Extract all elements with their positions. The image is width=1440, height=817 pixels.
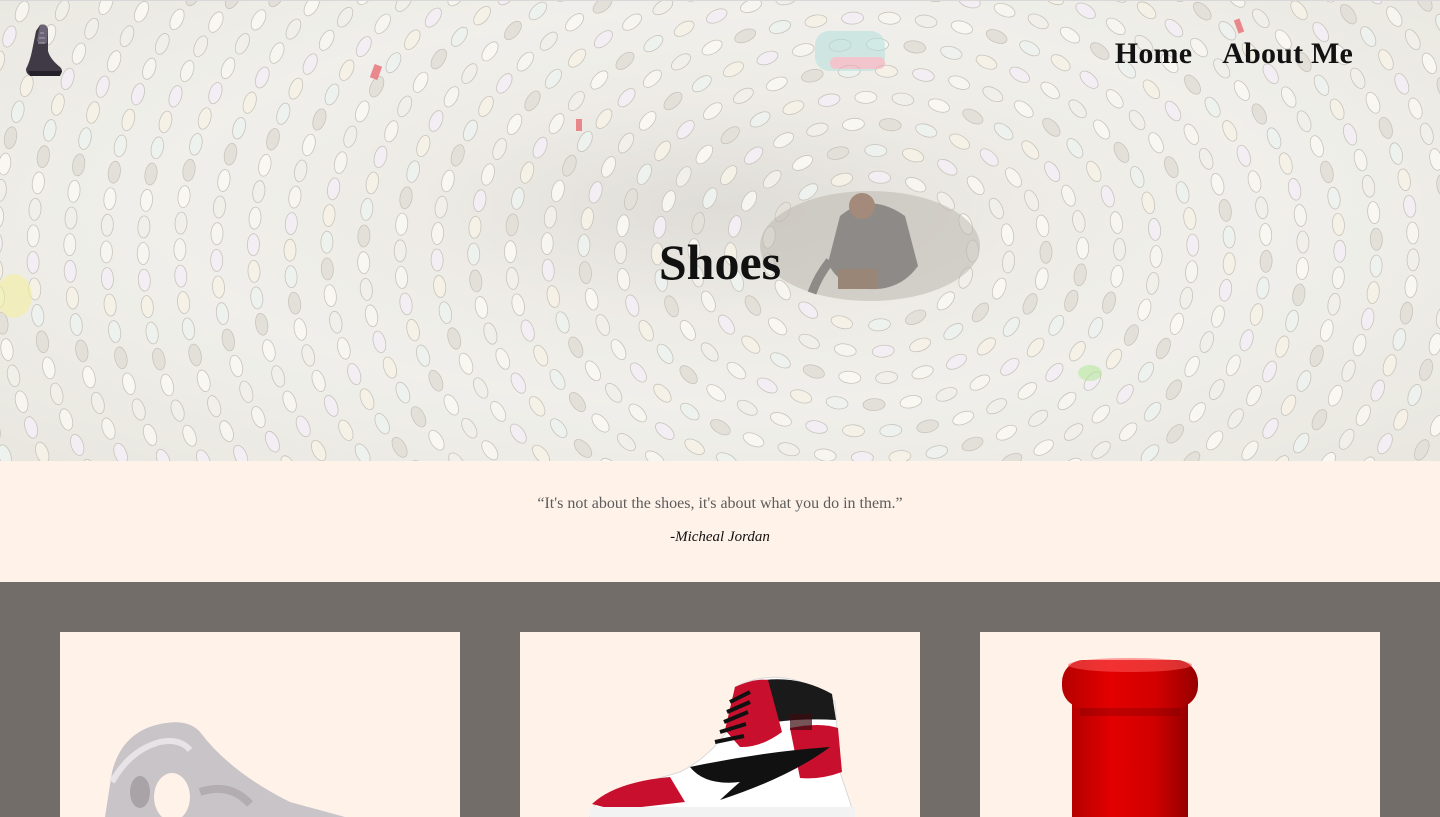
shoe-card-2[interactable] (520, 632, 920, 817)
quote-author: -Micheal Jordan (670, 529, 770, 545)
shoe-gallery (0, 582, 1440, 817)
quote-section: “It's not about the shoes, it's about wh… (0, 461, 1440, 582)
main-nav: Home About Me (1115, 37, 1353, 71)
high-top-sneaker-image (589, 676, 855, 817)
boot-logo-icon[interactable] (20, 21, 66, 79)
red-boot-image (1062, 658, 1198, 817)
nav-home-link[interactable]: Home (1115, 37, 1192, 71)
shoe-card-1[interactable] (60, 632, 460, 817)
hero-banner: Home About Me Shoes (0, 0, 1440, 461)
quote-text: “It's not about the shoes, it's about wh… (537, 495, 903, 512)
shoe-card-3[interactable] (980, 632, 1380, 817)
foam-runner-shoe-image (105, 722, 345, 817)
page-title: Shoes (658, 234, 782, 290)
nav-about-me-link[interactable]: About Me (1222, 37, 1353, 71)
